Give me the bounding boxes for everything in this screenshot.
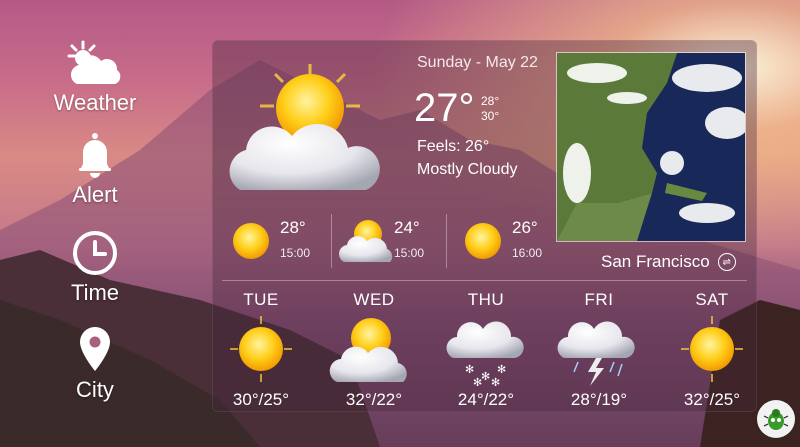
satellite-map[interactable] xyxy=(556,52,746,242)
day-name: SAT xyxy=(695,290,729,309)
city-selector[interactable]: San Francisco ⇌ xyxy=(601,252,736,272)
hourly-temp: 28° xyxy=(280,218,306,237)
sun-icon xyxy=(233,223,269,259)
day-name: THU xyxy=(467,290,505,309)
bell-icon xyxy=(40,130,150,178)
hourly-time: 16:00 xyxy=(512,246,543,260)
divider xyxy=(331,214,332,268)
day-name: FRI xyxy=(584,290,614,309)
snow-cloud-icon: ✻ ✻ ✻ ✻ ✻ xyxy=(431,310,541,389)
divider xyxy=(446,214,447,268)
nav-label: City xyxy=(76,377,114,402)
condition-text: Mostly Cloudy xyxy=(417,161,518,178)
svg-text:✻: ✻ xyxy=(473,376,482,388)
swap-icon[interactable]: ⇌ xyxy=(717,253,736,271)
nav-label: Alert xyxy=(72,182,118,207)
hourly-item: 28° 15:00 xyxy=(222,212,337,266)
nav-alert[interactable]: Alert xyxy=(40,130,150,208)
hourly-item: 26° 16:00 xyxy=(454,212,569,266)
hourly-time: 15:00 xyxy=(394,246,425,260)
svg-text:✻: ✻ xyxy=(497,363,506,376)
clock-icon xyxy=(40,228,150,276)
daily-forecast-sat[interactable]: SAT 32°/25° xyxy=(657,290,767,410)
day-name: TUE xyxy=(243,290,279,309)
sun-cloud-icon xyxy=(319,310,429,388)
daily-forecast-fri[interactable]: FRI 28°/19° xyxy=(544,290,654,410)
temp-range: 28°/19° xyxy=(570,390,628,409)
current-date: Sunday - May 22 xyxy=(417,54,538,71)
nav-weather[interactable]: Weather xyxy=(40,38,150,116)
svg-text:✻: ✻ xyxy=(465,363,474,376)
hourly-temp: 24° xyxy=(394,218,420,237)
sun-cloud-icon xyxy=(339,220,393,262)
current-temperature: 27° xyxy=(414,86,475,130)
svg-text:✻: ✻ xyxy=(491,376,500,388)
high-temp: 28° xyxy=(481,94,500,108)
city-name: San Francisco xyxy=(601,252,710,271)
daily-forecast-wed[interactable]: WED 32°/22° xyxy=(319,290,429,410)
hourly-temp: 26° xyxy=(512,218,538,237)
feels-like: Feels: 26° xyxy=(417,138,490,155)
temp-range: 32°/22° xyxy=(345,390,403,409)
location-pin-icon xyxy=(40,325,150,373)
bug-logo-icon xyxy=(757,400,795,438)
nav-label: Weather xyxy=(53,90,137,115)
sun-icon xyxy=(657,310,767,388)
sun-icon xyxy=(206,310,316,388)
nav-label: Time xyxy=(70,280,120,305)
thunderstorm-icon xyxy=(544,310,654,388)
current-high-low: 28° 30° xyxy=(481,94,499,124)
day-name: WED xyxy=(353,290,395,309)
daily-forecast-tue[interactable]: TUE 30°/25° xyxy=(206,290,316,410)
nav-city[interactable]: City xyxy=(40,325,150,403)
hourly-item: 24° 15:00 xyxy=(336,212,451,266)
daily-forecast-thu[interactable]: THU ✻ ✻ ✻ ✻ ✻ 24°/22° xyxy=(431,290,541,410)
low-temp: 30° xyxy=(481,109,500,123)
sun-cloud-icon xyxy=(229,64,380,190)
sun-icon xyxy=(465,223,501,259)
temp-range: 32°/25° xyxy=(683,390,741,409)
hourly-time: 15:00 xyxy=(280,246,311,260)
temp-range: 24°/22° xyxy=(457,390,515,409)
weather-icon xyxy=(40,38,150,86)
nav-time[interactable]: Time xyxy=(40,228,150,306)
temp-range: 30°/25° xyxy=(232,390,290,409)
divider xyxy=(222,280,747,281)
svg-text:✻: ✻ xyxy=(481,370,490,383)
